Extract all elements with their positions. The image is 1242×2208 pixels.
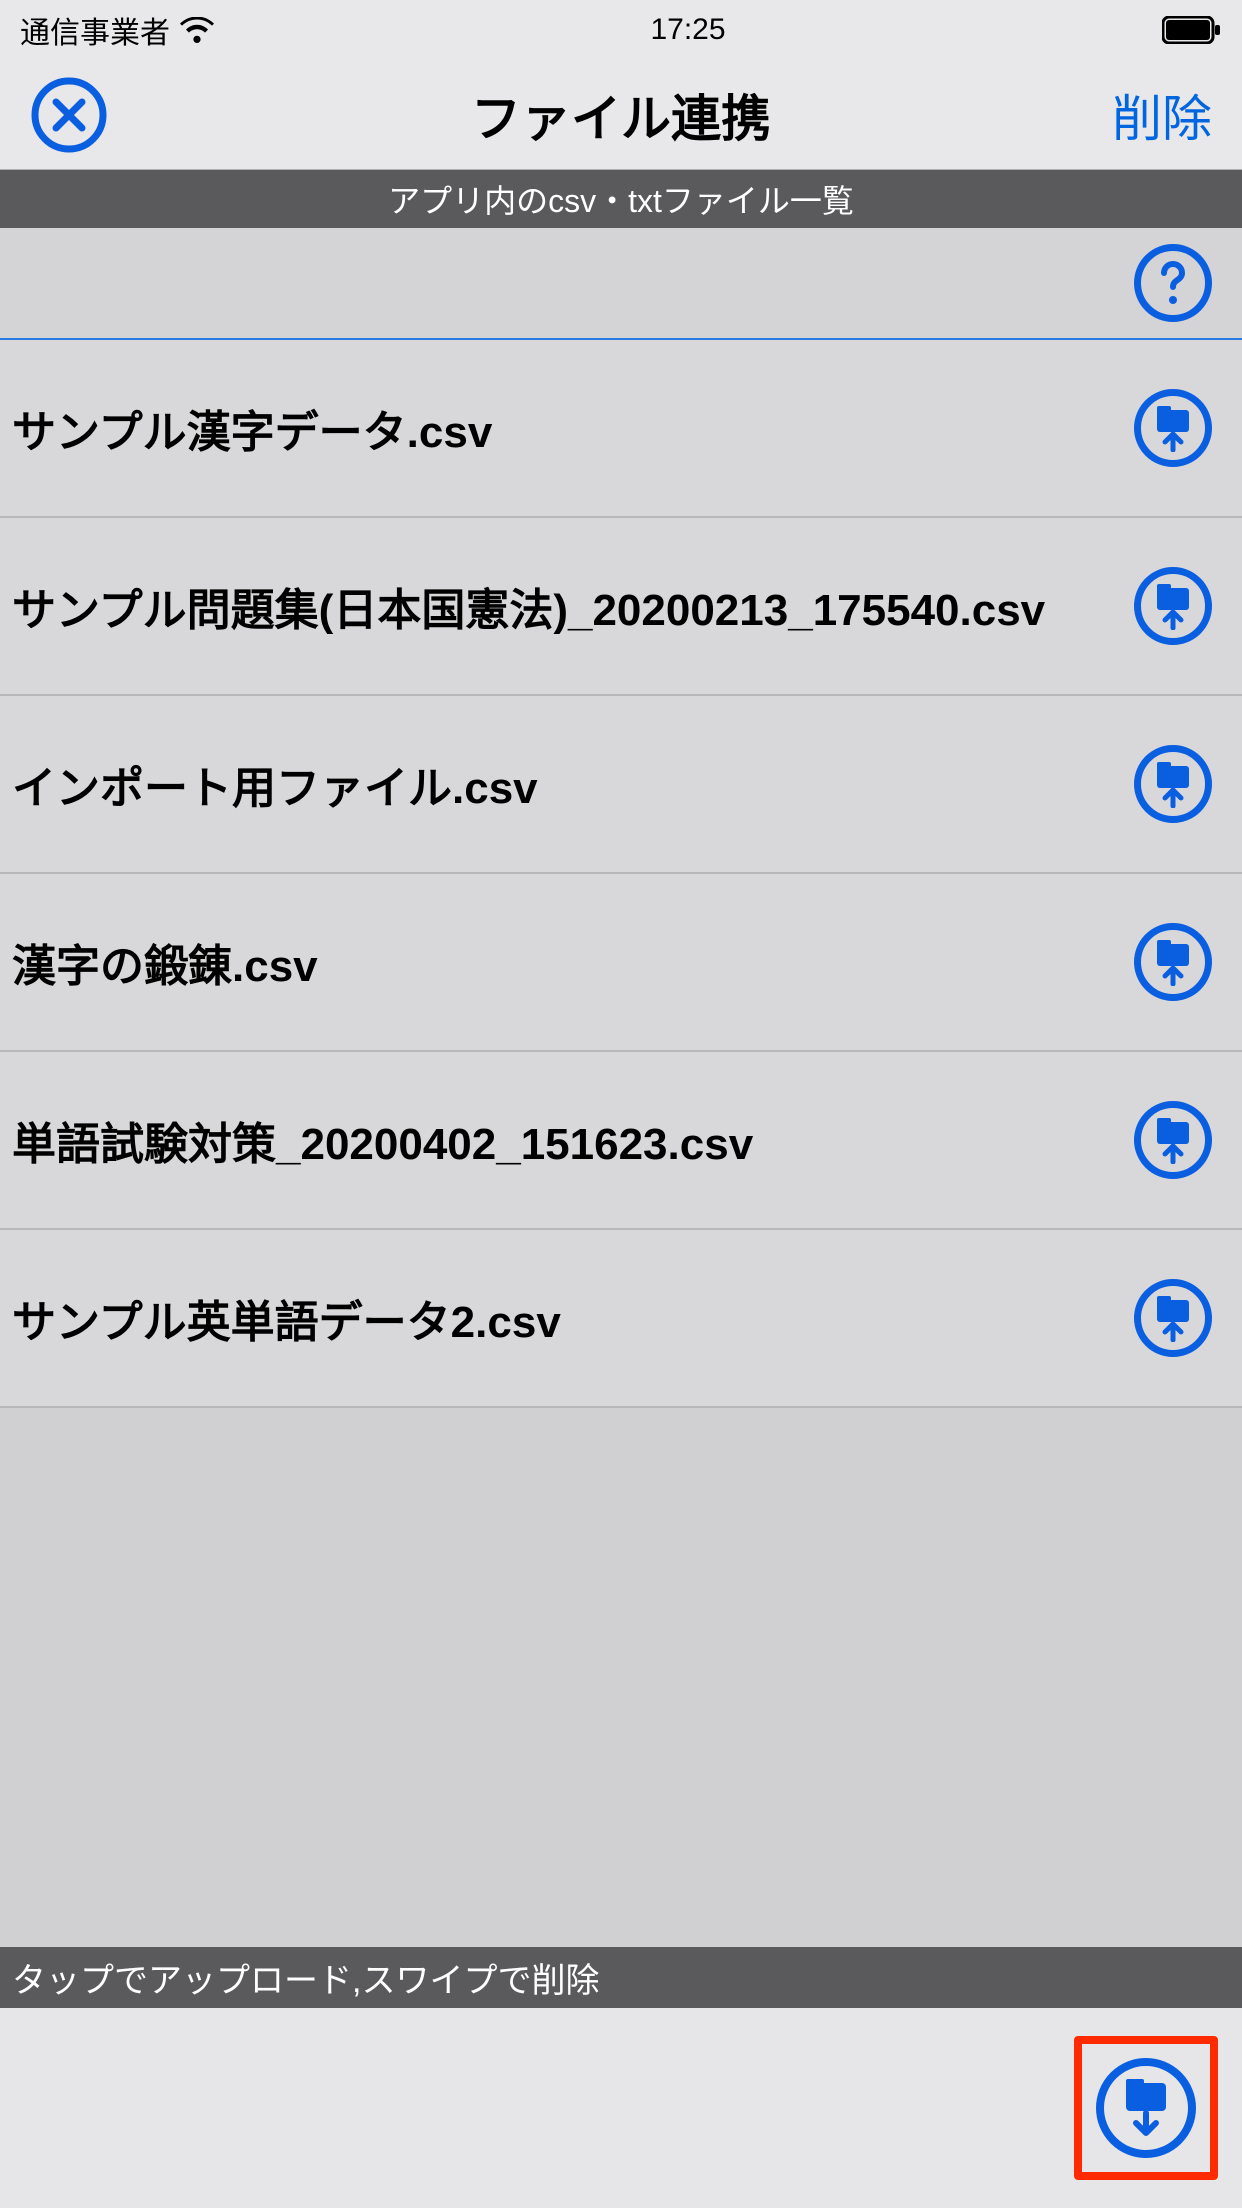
file-name-label: サンプル問題集(日本国憲法)_20200213_175540.csv — [12, 574, 1134, 638]
hint-bar: タップでアップロード,スワイプで削除 — [0, 1947, 1242, 2008]
nav-bar: ファイル連携 削除 — [0, 60, 1242, 170]
upload-icon[interactable] — [1134, 389, 1212, 467]
status-time: 17:25 — [650, 13, 725, 47]
file-list: サンプル漢字データ.csv サンプル問題集(日本国憲法)_20200213_17… — [0, 340, 1242, 1408]
file-row[interactable]: インポート用ファイル.csv — [0, 696, 1242, 874]
upload-icon[interactable] — [1134, 923, 1212, 1001]
close-button[interactable] — [30, 76, 108, 154]
bottom-bar — [0, 2008, 1242, 2208]
battery-icon — [1162, 16, 1222, 44]
file-row[interactable]: サンプル漢字データ.csv — [0, 340, 1242, 518]
carrier-label: 通信事業者 — [20, 8, 170, 52]
file-row[interactable]: 漢字の鍛錬.csv — [0, 874, 1242, 1052]
file-row[interactable]: サンプル問題集(日本国憲法)_20200213_175540.csv — [0, 518, 1242, 696]
upload-icon[interactable] — [1134, 745, 1212, 823]
file-name-label: 単語試験対策_20200402_151623.csv — [12, 1108, 1134, 1172]
wifi-icon — [180, 17, 214, 43]
file-row[interactable]: サンプル英単語データ2.csv — [0, 1230, 1242, 1408]
upload-icon[interactable] — [1134, 1279, 1212, 1357]
delete-button[interactable]: 削除 — [1072, 79, 1212, 151]
help-row — [0, 228, 1242, 340]
file-name-label: インポート用ファイル.csv — [12, 752, 1134, 816]
section-header: アプリ内のcsv・txtファイル一覧 — [0, 170, 1242, 228]
upload-icon[interactable] — [1134, 1101, 1212, 1179]
file-name-label: サンプル漢字データ.csv — [12, 396, 1134, 460]
status-bar: 通信事業者 17:25 — [0, 0, 1242, 60]
upload-icon[interactable] — [1134, 567, 1212, 645]
page-title: ファイル連携 — [170, 79, 1072, 151]
file-row[interactable]: 単語試験対策_20200402_151623.csv — [0, 1052, 1242, 1230]
file-name-label: 漢字の鍛錬.csv — [12, 930, 1134, 994]
help-icon[interactable] — [1134, 244, 1212, 322]
file-name-label: サンプル英単語データ2.csv — [12, 1286, 1134, 1350]
download-button-highlight — [1074, 2036, 1218, 2180]
download-button[interactable] — [1096, 2058, 1196, 2158]
